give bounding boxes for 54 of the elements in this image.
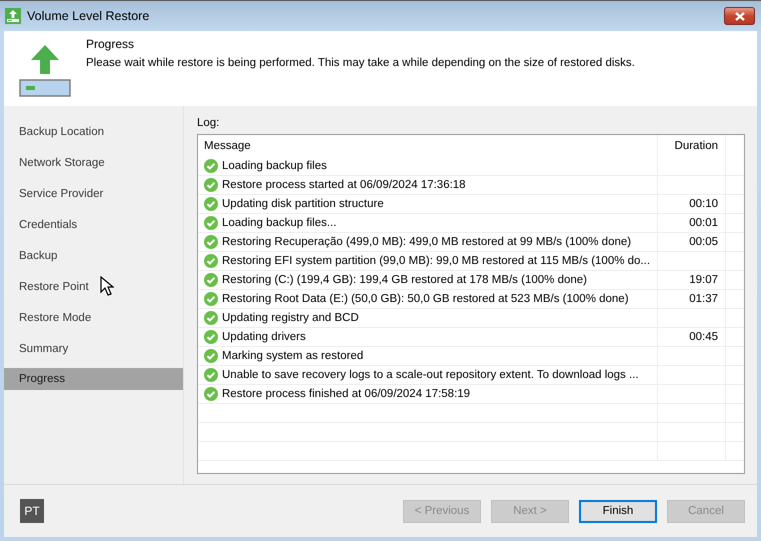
sidebar-item[interactable]: Backup Location [4, 116, 183, 147]
success-icon [204, 216, 218, 230]
log-message: Restoring Root Data (E:) (50,0 GB): 50,0 GB restored at 523 MB/s (100% done) [222, 293, 629, 305]
duration-cell: 19:07 [689, 274, 718, 286]
sidebar-item[interactable]: Restore Point [4, 271, 183, 302]
log-message: Restoring (C:) (199,4 GB): 199,4 GB restored at 178 MB/s (100% done) [222, 274, 587, 286]
sidebar-item[interactable]: Service Provider [4, 178, 183, 209]
success-icon [204, 387, 218, 401]
success-icon [204, 178, 218, 192]
log-message: Loading backup files... [222, 217, 336, 229]
restore-drawing [19, 43, 71, 97]
column-header[interactable]: Duration [658, 135, 726, 157]
sidebar-item[interactable]: Credentials [4, 209, 183, 240]
success-icon [204, 292, 218, 306]
duration-cell: 01:37 [689, 293, 718, 305]
column-header[interactable]: Message [198, 135, 658, 157]
log-message: Restoring Recuperação (499,0 MB): 499,0 MB restored at 99 MB/s (100% done) [222, 236, 632, 248]
success-icon [204, 197, 218, 211]
success-icon [204, 330, 218, 344]
log-message: Loading backup files [222, 160, 327, 172]
window-title: Volume Level Restore [27, 9, 150, 23]
success-icon [204, 311, 218, 325]
log-message: Restore process finished at 06/09/2024 17:58:19 [222, 388, 470, 400]
app-icon [5, 8, 21, 24]
sidebar-item[interactable]: Network Storage [4, 147, 183, 178]
log-message: Restoring EFI system partition (99,0 MB): 99,0 MB restored at 115 MB/s (100% do... [222, 255, 650, 267]
close-button[interactable] [724, 7, 755, 25]
mouse-pointer-icon [100, 276, 114, 296]
log-message: Restore process started at 06/09/2024 17:36:18 [222, 179, 466, 191]
sidebar-item[interactable]: Restore Mode [4, 302, 183, 333]
page-title: Progress [86, 37, 136, 51]
log-message: Marking system as restored [222, 350, 364, 362]
wizard-button[interactable]: Finish [579, 500, 657, 522]
success-icon [204, 273, 218, 287]
log-label: Log: [197, 117, 220, 129]
log-message: Updating registry and BCD [222, 312, 359, 324]
success-icon [204, 349, 218, 363]
success-icon [204, 235, 218, 249]
duration-cell: 00:45 [689, 331, 718, 343]
log-message: Unable to save recovery logs to a scale-out repository extent. To download logs ... [222, 369, 639, 381]
success-icon [204, 159, 218, 173]
sidebar-item[interactable]: Progress [4, 368, 183, 390]
page-description: Please wait while restore is being performed. This may take a while depending on the size of restored disks. [86, 57, 635, 69]
log-message: Updating drivers [222, 331, 306, 343]
duration-cell: 00:05 [689, 236, 718, 248]
sidebar-item[interactable]: Backup [4, 240, 183, 271]
close-icon [734, 12, 746, 20]
duration-cell: 00:10 [689, 198, 718, 210]
user-avatar: PT [20, 499, 44, 523]
duration-cell: 00:01 [689, 217, 718, 229]
success-icon [204, 254, 218, 268]
success-icon [204, 368, 218, 382]
log-message: Updating disk partition structure [222, 198, 384, 210]
sidebar-item[interactable]: Summary [4, 333, 183, 364]
